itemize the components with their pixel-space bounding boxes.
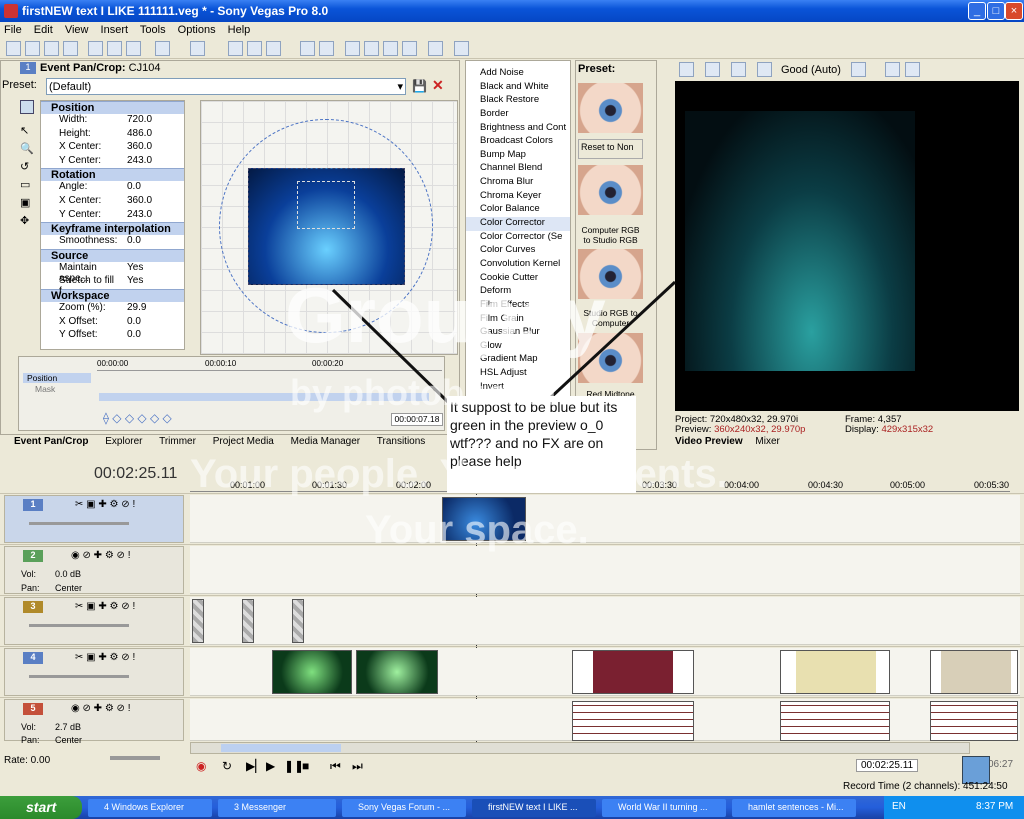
watermark-tagline-2: Your space. [365,508,589,552]
watermark-tagline: Your people. Your moments. [190,452,728,496]
watermark-by: by photobucket [290,372,558,413]
watermark-brand: Groupsy [285,271,606,359]
